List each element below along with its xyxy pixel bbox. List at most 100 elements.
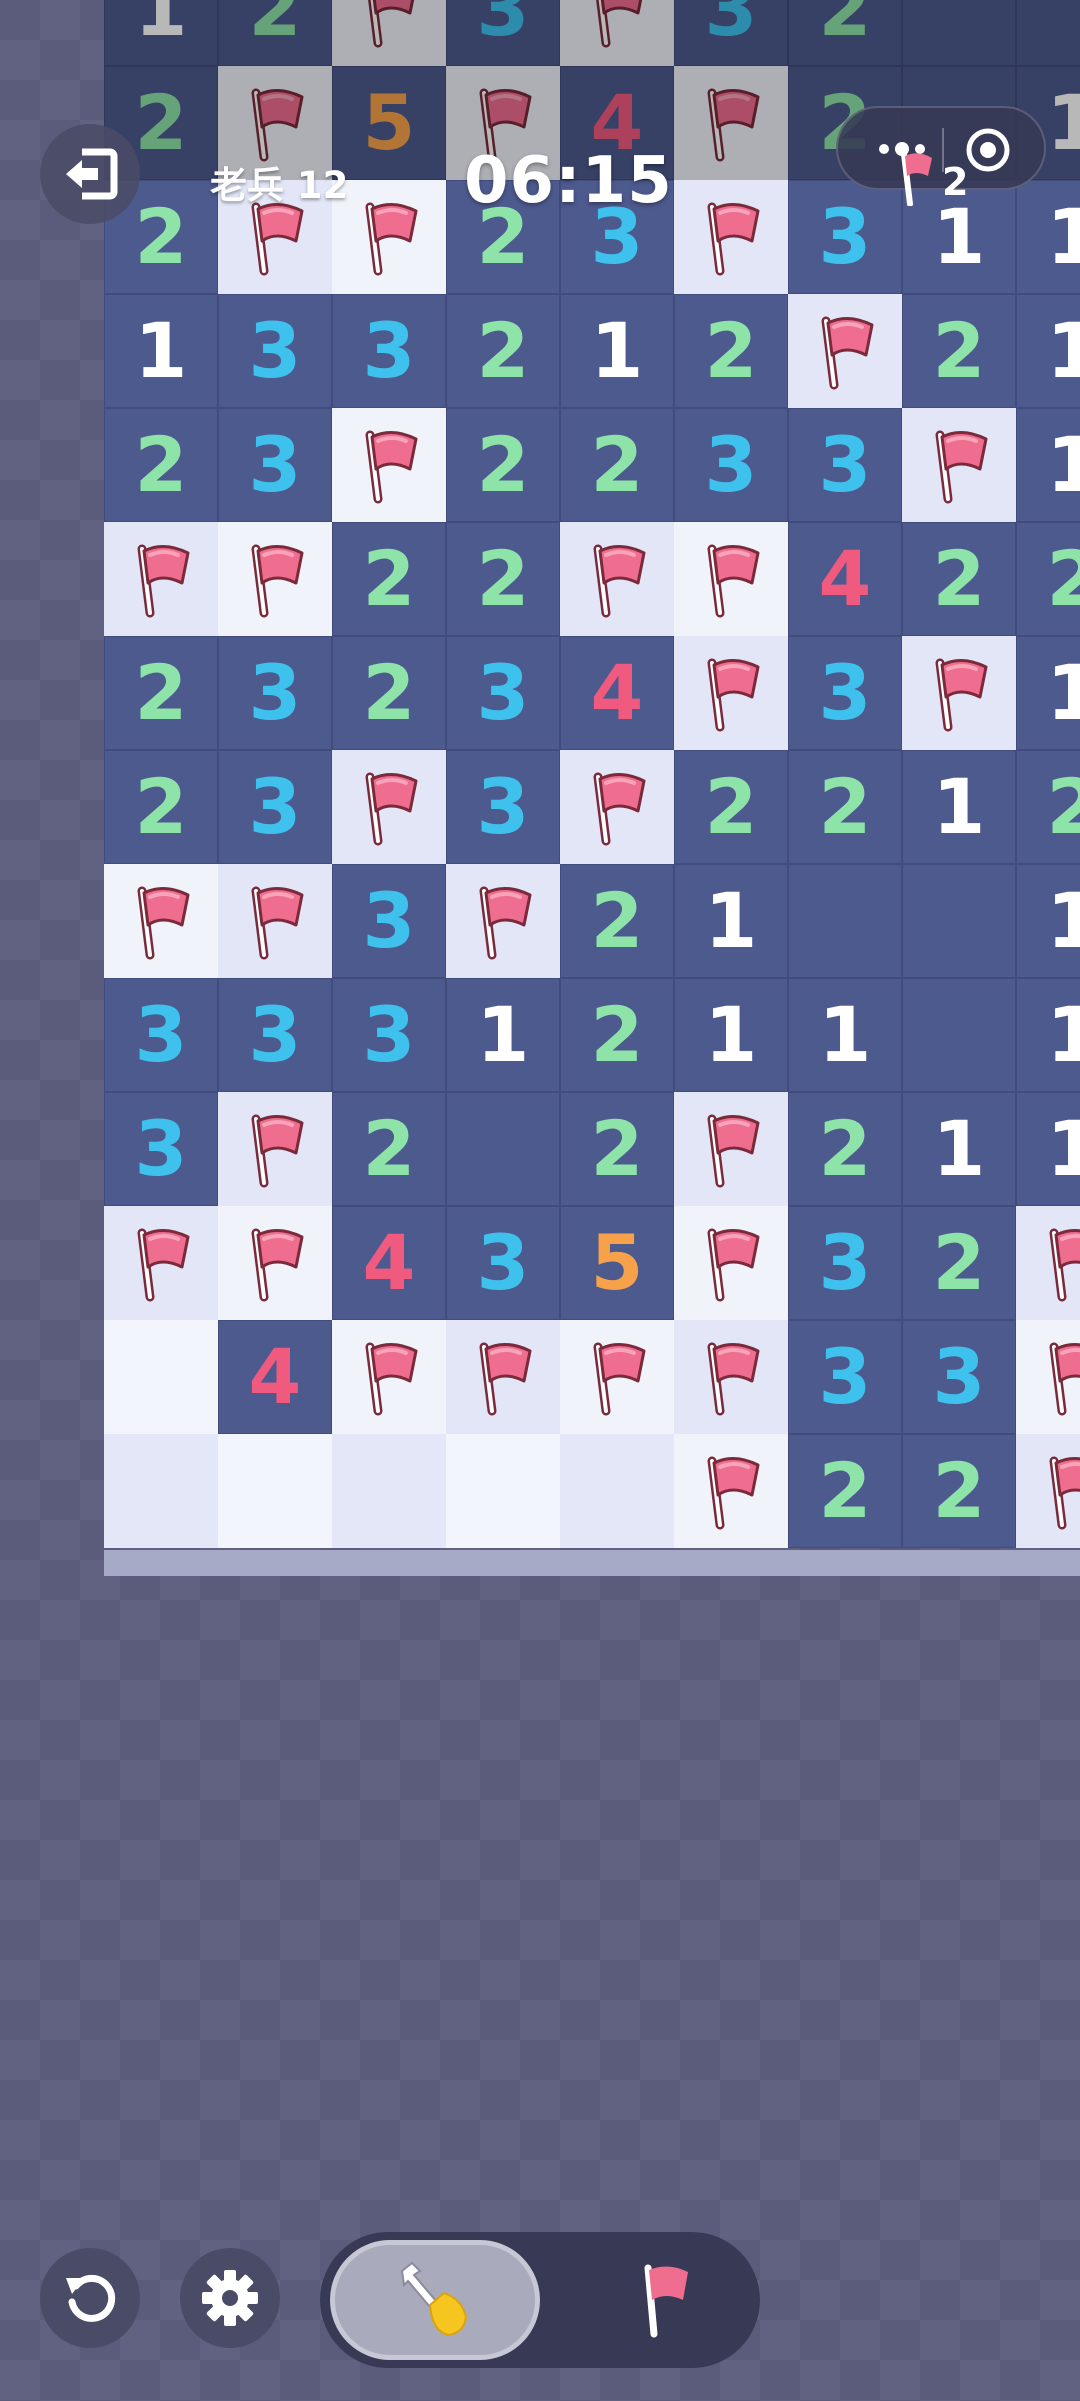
- number-cell[interactable]: 2: [104, 408, 218, 522]
- number-cell[interactable]: 1: [104, 0, 218, 66]
- number-cell[interactable]: 1: [1016, 978, 1080, 1092]
- restart-button[interactable]: [40, 2248, 140, 2348]
- number-cell[interactable]: 2: [1016, 750, 1080, 864]
- number-cell[interactable]: 2: [104, 750, 218, 864]
- number-cell[interactable]: 3: [788, 408, 902, 522]
- number-cell[interactable]: 2: [902, 294, 1016, 408]
- flagged-cell[interactable]: [674, 522, 788, 636]
- number-cell[interactable]: 3: [218, 408, 332, 522]
- exit-button[interactable]: [40, 124, 140, 224]
- flagged-cell[interactable]: [788, 294, 902, 408]
- revealed-empty-cell[interactable]: [902, 0, 1016, 66]
- flagged-cell[interactable]: [446, 864, 560, 978]
- number-cell[interactable]: 4: [560, 636, 674, 750]
- dig-mode-button[interactable]: [330, 2240, 540, 2360]
- unrevealed-cell[interactable]: [446, 1434, 560, 1548]
- number-cell[interactable]: 3: [218, 978, 332, 1092]
- number-cell[interactable]: 3: [446, 636, 560, 750]
- number-cell[interactable]: 3: [332, 294, 446, 408]
- number-cell[interactable]: 3: [332, 978, 446, 1092]
- flagged-cell[interactable]: [560, 522, 674, 636]
- flagged-cell[interactable]: [560, 750, 674, 864]
- number-cell[interactable]: 1: [674, 978, 788, 1092]
- number-cell[interactable]: 3: [902, 1320, 1016, 1434]
- number-cell[interactable]: 2: [560, 978, 674, 1092]
- number-cell[interactable]: 5: [560, 1206, 674, 1320]
- number-cell[interactable]: 2: [332, 636, 446, 750]
- number-cell[interactable]: 2: [788, 750, 902, 864]
- number-cell[interactable]: 3: [674, 0, 788, 66]
- number-cell[interactable]: 1: [1016, 864, 1080, 978]
- number-cell[interactable]: 1: [788, 978, 902, 1092]
- unrevealed-cell[interactable]: [332, 1434, 446, 1548]
- flagged-cell[interactable]: [218, 1092, 332, 1206]
- flagged-cell[interactable]: [674, 180, 788, 294]
- number-cell[interactable]: 1: [1016, 180, 1080, 294]
- number-cell[interactable]: 2: [446, 408, 560, 522]
- flagged-cell[interactable]: [332, 750, 446, 864]
- number-cell[interactable]: 1: [902, 750, 1016, 864]
- flagged-cell[interactable]: [104, 1206, 218, 1320]
- number-cell[interactable]: 1: [104, 294, 218, 408]
- number-cell[interactable]: 2: [332, 1092, 446, 1206]
- number-cell[interactable]: 2: [332, 522, 446, 636]
- flagged-cell[interactable]: [332, 1320, 446, 1434]
- revealed-empty-cell[interactable]: [1016, 0, 1080, 66]
- flagged-cell[interactable]: [1016, 1206, 1080, 1320]
- number-cell[interactable]: 3: [104, 978, 218, 1092]
- flagged-cell[interactable]: [446, 1320, 560, 1434]
- flagged-cell[interactable]: [1016, 1320, 1080, 1434]
- number-cell[interactable]: 3: [788, 1320, 902, 1434]
- number-cell[interactable]: 3: [788, 180, 902, 294]
- flagged-cell[interactable]: [104, 522, 218, 636]
- flagged-cell[interactable]: [674, 66, 788, 180]
- number-cell[interactable]: 3: [674, 408, 788, 522]
- flagged-cell[interactable]: [674, 1206, 788, 1320]
- number-cell[interactable]: 2: [674, 294, 788, 408]
- revealed-empty-cell[interactable]: [902, 978, 1016, 1092]
- flagged-cell[interactable]: [332, 180, 446, 294]
- flagged-cell[interactable]: [674, 636, 788, 750]
- number-cell[interactable]: 2: [902, 522, 1016, 636]
- number-cell[interactable]: 4: [788, 522, 902, 636]
- number-cell[interactable]: 1: [560, 294, 674, 408]
- number-cell[interactable]: 3: [218, 750, 332, 864]
- flagged-cell[interactable]: [674, 1434, 788, 1548]
- flagged-cell[interactable]: [1016, 1434, 1080, 1548]
- number-cell[interactable]: 3: [104, 1092, 218, 1206]
- number-cell[interactable]: 4: [332, 1206, 446, 1320]
- number-cell[interactable]: 5: [332, 66, 446, 180]
- flagged-cell[interactable]: [104, 864, 218, 978]
- number-cell[interactable]: 3: [218, 294, 332, 408]
- flagged-cell[interactable]: [902, 408, 1016, 522]
- number-cell[interactable]: 1: [1016, 636, 1080, 750]
- revealed-empty-cell[interactable]: [902, 864, 1016, 978]
- flagged-cell[interactable]: [218, 1206, 332, 1320]
- number-cell[interactable]: 2: [788, 1092, 902, 1206]
- number-cell[interactable]: 2: [902, 1206, 1016, 1320]
- number-cell[interactable]: 2: [104, 636, 218, 750]
- flagged-cell[interactable]: [674, 1092, 788, 1206]
- number-cell[interactable]: 2: [788, 0, 902, 66]
- number-cell[interactable]: 3: [788, 1206, 902, 1320]
- number-cell[interactable]: 1: [902, 1092, 1016, 1206]
- flagged-cell[interactable]: [332, 408, 446, 522]
- flag-mode-button[interactable]: [590, 2240, 740, 2360]
- number-cell[interactable]: 3: [332, 864, 446, 978]
- number-cell[interactable]: 3: [788, 636, 902, 750]
- number-cell[interactable]: 1: [446, 978, 560, 1092]
- flagged-cell[interactable]: [218, 522, 332, 636]
- flagged-cell[interactable]: [218, 864, 332, 978]
- number-cell[interactable]: 2: [902, 1434, 1016, 1548]
- number-cell[interactable]: 2: [446, 294, 560, 408]
- flagged-cell[interactable]: [902, 636, 1016, 750]
- number-cell[interactable]: 2: [560, 1092, 674, 1206]
- number-cell[interactable]: 3: [446, 0, 560, 66]
- number-cell[interactable]: 1: [1016, 294, 1080, 408]
- number-cell[interactable]: 2: [446, 522, 560, 636]
- number-cell[interactable]: 2: [788, 1434, 902, 1548]
- number-cell[interactable]: 2: [1016, 522, 1080, 636]
- unrevealed-cell[interactable]: [104, 1434, 218, 1548]
- unrevealed-cell[interactable]: [104, 1320, 218, 1434]
- number-cell[interactable]: 1: [1016, 408, 1080, 522]
